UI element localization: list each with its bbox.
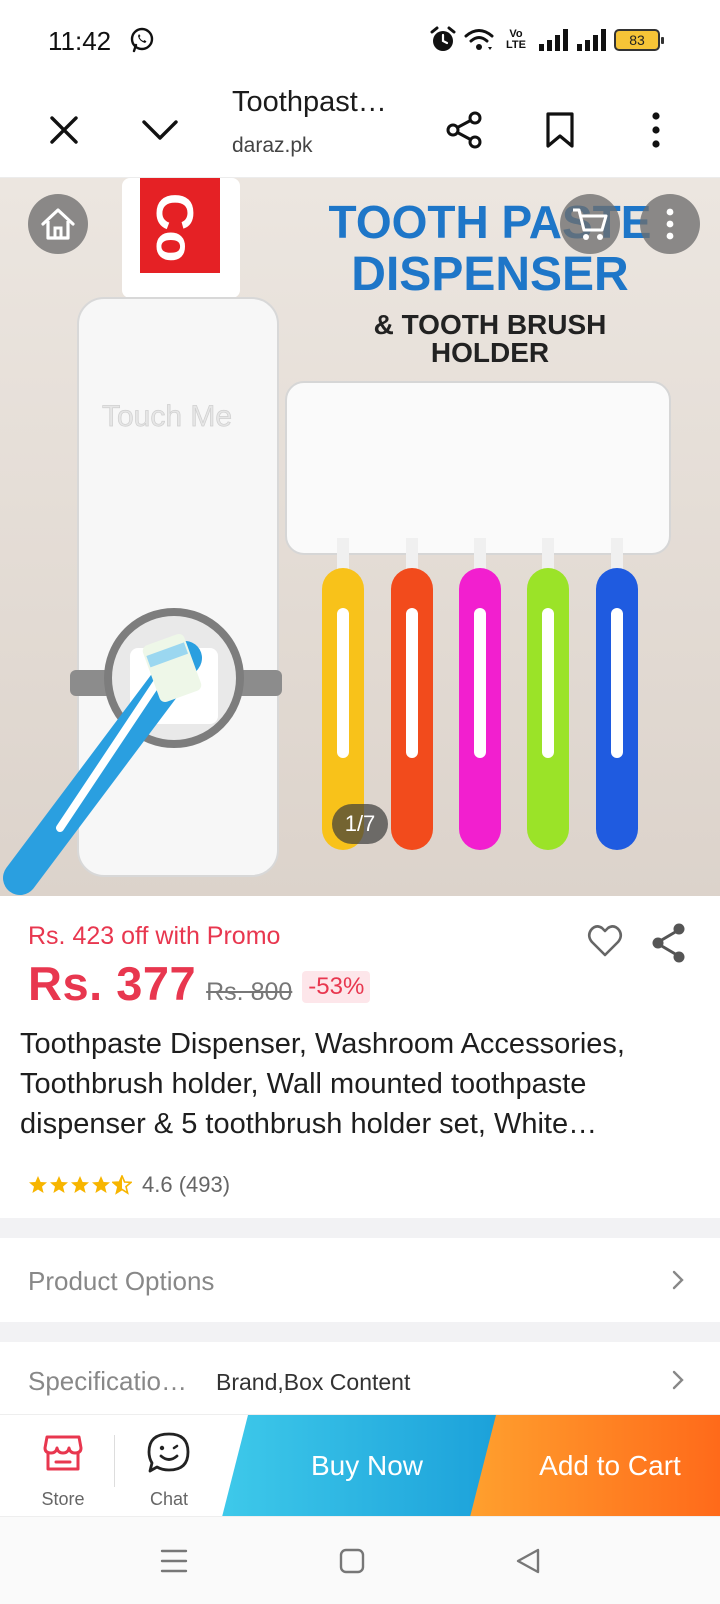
section-divider [0,1218,720,1238]
specifications-value: Brand,Box Content [216,1369,411,1395]
product-share-icon[interactable] [650,922,688,964]
menu-icon [160,1549,188,1573]
image-heading-line3: & TOOTH BRUSH [374,309,607,340]
wifi-icon [464,29,494,50]
price-row: Rs. 377 Rs. 800 -53% [28,956,371,1012]
close-icon [50,116,78,144]
specifications-row[interactable]: Specificatio… Brand,Box Content [0,1342,720,1414]
page-title: Toothpast… [232,86,387,118]
status-time: 11:42 [48,26,112,56]
buy-now-button[interactable]: Buy Now [222,1415,512,1517]
chevron-down-icon [142,120,178,140]
rating[interactable]: 4.6 (493) [28,1170,230,1200]
bottom-action-bar: Store Chat Buy Now Add to Cart [0,1414,720,1517]
current-price: Rs. 377 [28,957,197,1010]
discount-badge: -53% [302,971,371,1003]
image-heading-line2: DISPENSER [351,248,628,301]
bookmark-icon [546,112,574,148]
volte-indicator: Vo LTE [506,28,526,51]
chevron-right-icon [672,1370,684,1390]
collapse-button[interactable] [132,102,188,158]
star-icon [92,1176,110,1193]
home-square-icon [339,1548,365,1574]
store-button[interactable]: Store [18,1415,108,1517]
star-icon [71,1176,89,1193]
alarm-icon [430,26,456,51]
close-button[interactable] [36,102,92,158]
home-button[interactable] [28,194,88,254]
more-vertical-icon [652,112,660,148]
promo-text: Rs. 423 off with Promo [28,922,281,950]
signal-icon [577,29,606,51]
product-image-carousel[interactable]: Co Touch Me TOOTH PASTE DISPENSER & TOOT… [0,178,720,896]
system-navigation-bar [0,1516,720,1604]
signal-icon [539,29,568,51]
bookmark-button[interactable] [532,102,588,158]
dispenser-label: Touch Me [102,400,232,433]
back-triangle-icon [516,1548,540,1574]
section-divider [0,1322,720,1342]
image-heading-line4: HOLDER [431,337,549,368]
page-domain: daraz.pk [232,134,313,157]
star-icon [29,1176,47,1193]
store-icon [43,1435,83,1471]
share-icon [446,111,482,149]
chevron-right-icon [672,1270,684,1290]
original-price: Rs. 800 [206,978,293,1006]
recent-apps-button[interactable] [152,1539,196,1583]
home-icon [41,208,75,240]
tube-brand-text: Co [145,193,203,262]
divider [114,1435,115,1487]
rating-stars [28,1175,132,1195]
chat-button[interactable]: Chat [124,1415,214,1517]
product-title: Toothpaste Dispenser, Washroom Accessori… [20,1028,625,1140]
store-label: Store [41,1489,85,1509]
product-image: Co Touch Me TOOTH PASTE DISPENSER & TOOT… [3,178,671,895]
cart-button[interactable] [560,194,620,254]
status-bar: 11:42 Vo LTE 83 [0,0,720,82]
product-options-row[interactable]: Product Options [0,1238,720,1322]
product-options-label: Product Options [28,1266,215,1296]
add-to-cart-button[interactable]: Add to Cart [470,1415,720,1517]
battery-icon: 83 [614,29,664,51]
chat-label: Chat [149,1489,189,1509]
browser-toolbar: Toothpast… daraz.pk [0,82,720,178]
more-vertical-icon [666,208,674,240]
wishlist-heart-icon[interactable] [586,922,624,960]
more-options-button[interactable] [628,102,684,158]
rating-text: 4.6 (493) [142,1172,231,1197]
image-more-button[interactable] [640,194,700,254]
image-counter: 1/7 [332,804,388,844]
whatsapp-icon [130,27,154,53]
chat-icon [147,1432,190,1473]
system-home-button[interactable] [330,1539,374,1583]
star-icon [50,1176,68,1193]
cart-icon [573,208,608,240]
share-button[interactable] [436,102,492,158]
specifications-label: Specificatio… [28,1366,187,1396]
back-button[interactable] [506,1539,550,1583]
star-half-icon [112,1175,132,1195]
